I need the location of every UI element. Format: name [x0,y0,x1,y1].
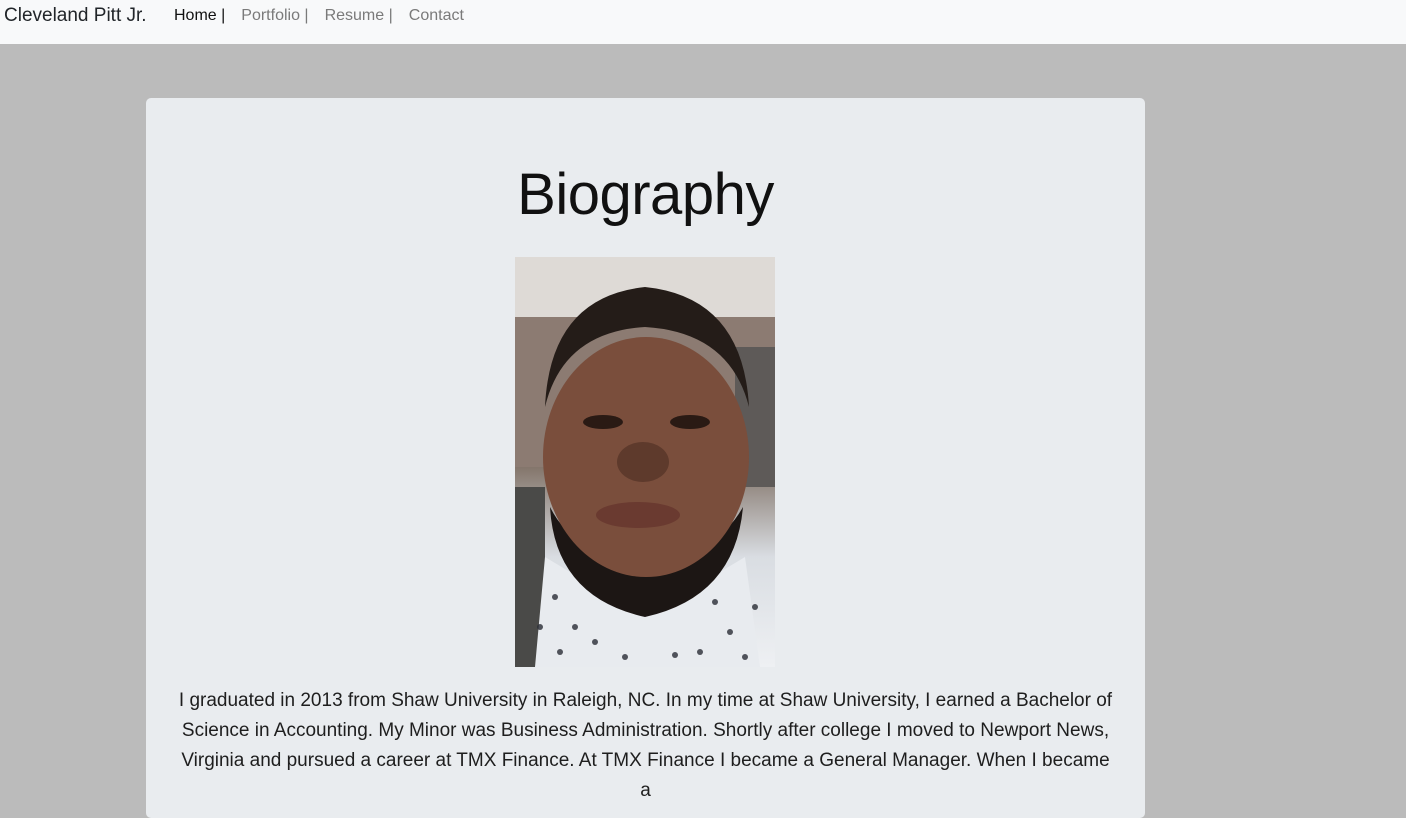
nav-link-home[interactable]: Home | [174,7,225,25]
brand-link[interactable]: Cleveland Pitt Jr. [4,5,147,27]
nav-link-portfolio[interactable]: Portfolio | [241,7,308,25]
page-title: Biography [517,162,774,227]
nav-link-resume[interactable]: Resume | [325,7,393,25]
top-navbar: Cleveland Pitt Jr. Home | Portfolio | Re… [0,0,1406,44]
biography-text: I graduated in 2013 from Shaw University… [178,690,1113,801]
nav-link-contact[interactable]: Contact [409,7,464,25]
profile-photo [515,257,775,667]
nav-links: Home | Portfolio | Resume | Contact [174,7,480,25]
biography-card: Biography I graduated in 2013 from Shaw … [146,98,1145,818]
